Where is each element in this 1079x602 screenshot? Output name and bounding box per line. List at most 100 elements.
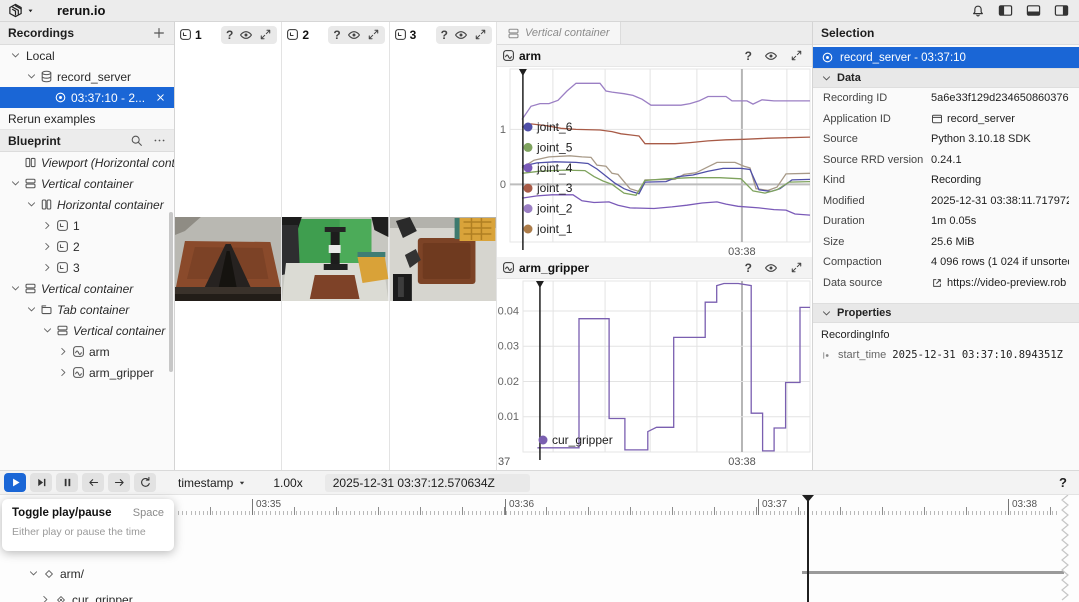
blueprint-item-1[interactable]: 1 xyxy=(0,215,174,236)
bell-icon[interactable] xyxy=(971,4,985,18)
container-v-icon xyxy=(507,27,520,40)
camera-view-body-1[interactable] xyxy=(175,47,281,470)
visibility-icon[interactable] xyxy=(347,28,361,42)
skip-end-button[interactable] xyxy=(30,473,52,492)
search-icon[interactable] xyxy=(130,134,143,147)
arm-gripper-plot-header[interactable]: arm_gripper ? xyxy=(497,257,812,279)
recordings-item-record-server[interactable]: record_server xyxy=(0,66,174,87)
side-camera-image xyxy=(282,217,388,301)
app-menu-button[interactable] xyxy=(8,3,35,18)
blueprint-item-label: Viewport (Horizontal cont... xyxy=(41,156,175,170)
row-value: https://video-preview.rob xyxy=(931,277,1066,289)
maximize-icon[interactable] xyxy=(367,28,380,41)
data-row-application-id: Application ID record_server xyxy=(813,109,1079,130)
blueprint-item-label: Tab container xyxy=(57,303,129,317)
svg-text:0.01: 0.01 xyxy=(498,411,519,423)
blueprint-item-label: 1 xyxy=(73,219,80,233)
view-icon xyxy=(56,240,69,253)
help-icon[interactable]: ? xyxy=(745,261,752,275)
data-section-header[interactable]: Data xyxy=(813,68,1079,88)
panel-left-toggle-icon[interactable] xyxy=(998,3,1013,18)
help-icon[interactable]: ? xyxy=(226,28,233,42)
arm-plot-header[interactable]: arm ? xyxy=(497,45,812,67)
arrow-left-icon xyxy=(87,476,100,489)
app-title: rerun.io xyxy=(57,3,105,18)
close-icon[interactable] xyxy=(155,92,166,103)
play-pause-tooltip: Toggle play/pause Space Either play or p… xyxy=(2,499,174,551)
recordings-item-recording[interactable]: 03:37:10 - 2... xyxy=(0,87,174,108)
svg-text:cur_gripper: cur_gripper xyxy=(552,433,613,447)
camera-view-body-3[interactable] xyxy=(390,47,496,470)
chevron-down-icon xyxy=(24,199,38,210)
visibility-icon[interactable] xyxy=(454,28,468,42)
play-button[interactable] xyxy=(4,473,26,492)
blueprint-item-label: Vertical container xyxy=(41,177,133,191)
blueprint-tree: Viewport (Horizontal cont... Vertical co… xyxy=(0,152,174,383)
camera-view-tab-2[interactable]: 2 ? xyxy=(282,22,388,47)
maximize-icon[interactable] xyxy=(474,28,487,41)
properties-section-header[interactable]: Properties xyxy=(813,303,1079,323)
start-time-label: start_time xyxy=(838,349,886,361)
gripper-camera-image xyxy=(175,217,281,301)
rerun-examples-row[interactable]: Rerun examples xyxy=(0,108,174,130)
visibility-icon[interactable] xyxy=(239,28,253,42)
row-value: 1m 0.05s xyxy=(931,215,976,227)
view-icon xyxy=(56,219,69,232)
chevron-right-icon xyxy=(40,262,54,273)
row-value: 2025-12-31 03:38:11.717972 xyxy=(931,195,1069,207)
camera-view-tab-1[interactable]: 1 ? xyxy=(175,22,281,47)
blueprint-item-viewport-horizontal-cont[interactable]: Viewport (Horizontal cont... xyxy=(0,152,174,173)
camera-view-body-2[interactable] xyxy=(282,47,388,470)
arrow-left-button[interactable] xyxy=(82,473,104,492)
playback-speed[interactable]: 1.00x xyxy=(273,476,302,490)
blueprint-item-label: Vertical container xyxy=(73,324,165,338)
help-icon[interactable]: ? xyxy=(441,28,448,42)
arm-gripper-plot-canvas[interactable]: 0.040.030.020.0103:3837cur_gripper xyxy=(497,279,812,470)
data-row-compaction: Compaction 4 096 rows (1 024 if unsorted xyxy=(813,252,1079,273)
blueprint-item-label: 3 xyxy=(73,261,80,275)
arrow-right-button[interactable] xyxy=(108,473,130,492)
blueprint-item-vertical-container[interactable]: Vertical container xyxy=(0,173,174,194)
selection-selected-item[interactable]: record_server - 03:37:10 xyxy=(813,47,1079,68)
chevron-down-icon xyxy=(8,50,22,61)
visibility-icon[interactable] xyxy=(764,261,778,275)
blueprint-item-arm-gripper[interactable]: arm_gripper xyxy=(0,362,174,383)
timeline-selector[interactable]: timestamp xyxy=(178,476,247,490)
more-options-icon[interactable] xyxy=(153,134,166,147)
view-icon xyxy=(286,28,299,41)
timeline-help-button[interactable]: ? xyxy=(1059,475,1067,490)
svg-text:joint_5: joint_5 xyxy=(536,140,573,154)
blueprint-item-vertical-container[interactable]: Vertical container xyxy=(0,320,174,341)
visibility-icon[interactable] xyxy=(764,49,778,63)
recordings-item-local[interactable]: Local xyxy=(0,45,174,66)
help-icon[interactable]: ? xyxy=(333,28,340,42)
row-label: Application ID xyxy=(823,113,931,125)
blueprint-item-3[interactable]: 3 xyxy=(0,257,174,278)
container-v-icon xyxy=(24,177,37,190)
row-value: Recording xyxy=(931,174,981,186)
camera-view-tab-3[interactable]: 3 ? xyxy=(390,22,496,47)
arm-plot-canvas[interactable]: 1003:38joint_6joint_5joint_4joint_3joint… xyxy=(497,67,812,257)
row-label: Kind xyxy=(823,174,931,186)
help-icon[interactable]: ? xyxy=(745,49,752,63)
data-row-data-source[interactable]: Data source https://video-preview.rob xyxy=(813,273,1079,294)
loop-button[interactable] xyxy=(134,473,156,492)
svg-text:0.02: 0.02 xyxy=(498,376,519,388)
blueprint-item-2[interactable]: 2 xyxy=(0,236,174,257)
blueprint-item-arm[interactable]: arm xyxy=(0,341,174,362)
blueprint-item-tab-container[interactable]: Tab container xyxy=(0,299,174,320)
maximize-icon[interactable] xyxy=(790,261,803,275)
play-icon xyxy=(9,476,22,489)
blueprint-item-horizontal-container[interactable]: Horizontal container xyxy=(0,194,174,215)
sidebar-scrollbar[interactable] xyxy=(169,212,173,372)
arrow-right-icon xyxy=(113,476,126,489)
panel-right-toggle-icon[interactable] xyxy=(1054,3,1069,18)
add-recording-button[interactable] xyxy=(152,26,166,40)
blueprint-item-vertical-container[interactable]: Vertical container xyxy=(0,278,174,299)
tab-vertical-container[interactable]: Vertical container xyxy=(497,22,621,44)
maximize-icon[interactable] xyxy=(790,49,803,63)
panel-bottom-toggle-icon[interactable] xyxy=(1026,3,1041,18)
current-time-field[interactable]: 2025-12-31 03:37:12.570634Z xyxy=(325,474,530,492)
maximize-icon[interactable] xyxy=(259,28,272,41)
pause-button[interactable] xyxy=(56,473,78,492)
